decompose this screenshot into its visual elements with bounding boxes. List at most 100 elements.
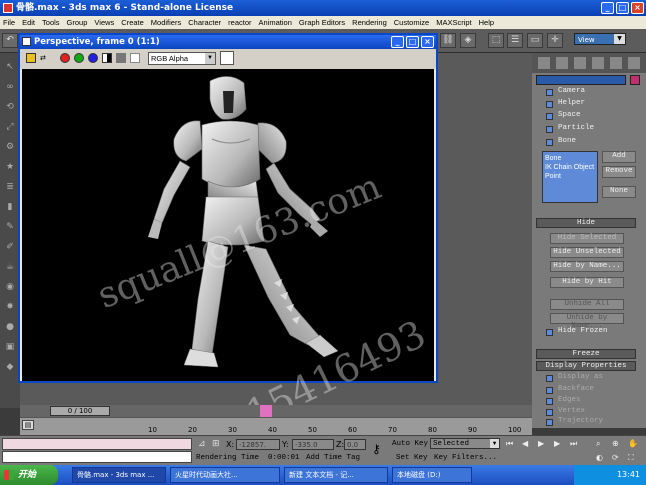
key-icon[interactable]: ⚷ xyxy=(372,442,381,456)
maxscript-listener[interactable] xyxy=(2,438,192,450)
blue-channel-toggle[interactable] xyxy=(88,53,98,63)
display-tab-icon[interactable] xyxy=(610,57,622,69)
menu-tools[interactable]: Tools xyxy=(39,18,64,27)
reference-coordinate-dropdown[interactable]: View ▼ xyxy=(574,33,626,45)
green-channel-toggle[interactable] xyxy=(74,53,84,63)
hide-selected-button[interactable]: Hide Selected xyxy=(550,233,624,244)
render-maximize-button[interactable]: □ xyxy=(406,36,419,48)
hide-frozen-checkbox[interactable] xyxy=(546,329,553,336)
taskbar-item-notepad[interactable]: 新建 文本文档 - 记... xyxy=(284,467,388,483)
bone-checkbox[interactable] xyxy=(546,139,553,146)
time-slider-handle[interactable]: 0 / 100 xyxy=(50,406,110,416)
track-bar[interactable]: ▤ 10 20 30 40 50 60 70 80 90 100 xyxy=(20,417,532,435)
prompt-line[interactable] xyxy=(2,451,192,463)
start-button[interactable]: 开始 xyxy=(0,465,58,485)
none-button[interactable]: None xyxy=(602,186,636,198)
z-coordinate-field[interactable]: 0.0 xyxy=(344,439,366,450)
menu-rendering[interactable]: Rendering xyxy=(349,18,391,27)
absolute-mode-icon[interactable]: ⊞ xyxy=(212,439,220,449)
render-minimize-button[interactable]: _ xyxy=(391,36,404,48)
cylinder-icon[interactable]: ▮ xyxy=(3,201,17,213)
field-of-view-icon[interactable]: ◐ xyxy=(596,453,603,462)
play-icon[interactable]: ▶ xyxy=(538,439,544,448)
hide-unselected-button[interactable]: Hide Unselected xyxy=(550,247,624,258)
hide-by-hit-button[interactable]: Hide by Hit xyxy=(550,277,624,288)
move-icon[interactable]: ✛ xyxy=(547,33,563,48)
x-coordinate-field[interactable]: -12857. xyxy=(236,439,280,450)
hide-by-name-button[interactable]: Hide by Name... xyxy=(550,261,624,272)
space-checkbox[interactable] xyxy=(546,113,553,120)
zoom-icon[interactable]: ⌕ xyxy=(596,439,600,449)
lock-selection-icon[interactable]: ⊿ xyxy=(198,439,206,449)
maximize-viewport-icon[interactable]: ⛶ xyxy=(628,453,634,463)
taskbar-item-explorer[interactable]: 本地磁盘 (D:) xyxy=(392,467,472,483)
menu-help[interactable]: Help xyxy=(476,18,498,27)
taskbar-item-browser[interactable]: 火星时代动画大社... xyxy=(170,467,280,483)
sphere-icon[interactable]: ● xyxy=(3,321,17,333)
freeze-rollout-header[interactable]: Freeze xyxy=(536,349,636,359)
list-item[interactable]: Point xyxy=(545,172,595,181)
y-coordinate-field[interactable]: -335.0 xyxy=(292,439,334,450)
alpha-channel-icon[interactable] xyxy=(102,53,112,63)
taskbar-item-3dsmax[interactable]: 骨骼.max - 3ds max ... xyxy=(72,467,166,483)
remove-button[interactable]: Remove xyxy=(602,166,636,178)
bind-icon[interactable]: ◈ xyxy=(460,33,476,48)
scale-icon[interactable]: ⤢ xyxy=(3,121,17,133)
link-icon[interactable]: ∞ xyxy=(3,81,17,93)
select-link-icon[interactable]: ⛓ xyxy=(440,33,456,48)
menu-maxscript[interactable]: MAXScript xyxy=(433,18,475,27)
camera-checkbox[interactable] xyxy=(546,89,553,96)
star-icon[interactable]: ★ xyxy=(3,161,17,173)
unhide-all-button[interactable]: Unhide All xyxy=(550,299,624,310)
previous-frame-icon[interactable]: ◀ xyxy=(522,439,528,448)
light-icon[interactable]: ✸ xyxy=(3,301,17,313)
unhide-by-name-button[interactable]: Unhide by Name... xyxy=(550,313,624,330)
add-time-tag[interactable]: Add Time Tag xyxy=(306,454,360,462)
menu-reactor[interactable]: reactor xyxy=(225,18,255,27)
menu-character[interactable]: Character xyxy=(185,18,225,27)
maximize-button[interactable]: □ xyxy=(616,2,629,14)
list-item[interactable]: IK Chain Object xyxy=(545,163,595,172)
go-to-start-icon[interactable]: ⏮ xyxy=(506,439,513,449)
object-color-swatch[interactable] xyxy=(630,75,640,85)
render-close-button[interactable]: × xyxy=(421,36,434,48)
select-icon[interactable]: ↖ xyxy=(3,61,17,73)
gear-icon[interactable]: ⚙ xyxy=(3,141,17,153)
edges-checkbox[interactable] xyxy=(546,398,553,405)
menu-customize[interactable]: Customize xyxy=(391,18,433,27)
display-as-checkbox[interactable] xyxy=(546,375,553,382)
select-object-icon[interactable]: ⬚ xyxy=(488,33,504,48)
auto-key-button[interactable]: Auto Key xyxy=(392,440,428,448)
particle-checkbox[interactable] xyxy=(546,126,553,133)
zoom-all-icon[interactable]: ⊕ xyxy=(612,439,619,448)
object-type-list[interactable]: Bone IK Chain Object Point xyxy=(542,151,598,203)
menu-group[interactable]: Group xyxy=(64,18,92,27)
camera-icon[interactable]: ◉ xyxy=(3,281,17,293)
hide-rollout-header[interactable]: Hide xyxy=(536,218,636,228)
menu-views[interactable]: Views xyxy=(91,18,118,27)
list-item[interactable]: Bone xyxy=(545,154,595,163)
layers-icon[interactable]: ≣ xyxy=(3,181,17,193)
trajectory-checkbox[interactable] xyxy=(546,419,553,426)
time-slider[interactable]: 0 / 100 xyxy=(20,405,532,417)
undo-icon[interactable]: ↶ xyxy=(2,33,18,48)
key-filters-button[interactable]: Key Filters... xyxy=(434,454,497,462)
menu-create[interactable]: Create xyxy=(118,18,148,27)
hierarchy-tab-icon[interactable] xyxy=(574,57,586,69)
menu-graph-editors[interactable]: Graph Editors xyxy=(296,18,349,27)
menu-animation[interactable]: Animation xyxy=(256,18,296,27)
vertex-checkbox[interactable] xyxy=(546,409,553,416)
select-region-icon[interactable]: ▭ xyxy=(527,33,543,48)
create-tab-icon[interactable] xyxy=(538,57,550,69)
monochrome-icon[interactable] xyxy=(116,53,126,63)
channel-display-dropdown[interactable]: RGB Alpha ▼ xyxy=(148,52,216,65)
minimize-button[interactable]: _ xyxy=(601,2,614,14)
box-icon[interactable]: ▣ xyxy=(3,341,17,353)
next-frame-icon[interactable]: ▶ xyxy=(554,439,560,448)
paint-icon[interactable]: ✐ xyxy=(3,241,17,253)
selection-set-dropdown[interactable]: Selected ▼ xyxy=(430,438,500,449)
clear-icon[interactable] xyxy=(130,53,140,63)
go-to-end-icon[interactable]: ⏭ xyxy=(570,439,577,449)
backface-checkbox[interactable] xyxy=(546,387,553,394)
mini-curve-icon[interactable]: ▤ xyxy=(22,420,34,430)
